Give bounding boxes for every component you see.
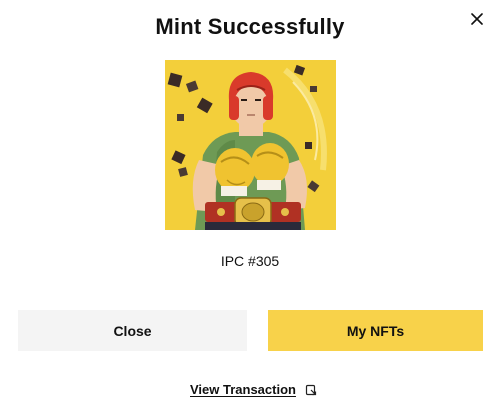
nft-image bbox=[165, 60, 336, 230]
external-link-icon bbox=[305, 383, 317, 396]
view-transaction-label: View Transaction bbox=[190, 381, 296, 397]
my-nfts-button[interactable]: My NFTs bbox=[268, 310, 483, 351]
close-icon[interactable] bbox=[466, 8, 488, 30]
view-transaction-link[interactable]: View Transaction bbox=[190, 379, 317, 399]
nft-name: IPC #305 bbox=[220, 253, 280, 269]
mint-success-modal: Mint Successfully IPC #305 Close My NFTs… bbox=[0, 0, 500, 410]
modal-title: Mint Successfully bbox=[155, 14, 345, 39]
close-button[interactable]: Close bbox=[18, 310, 247, 351]
